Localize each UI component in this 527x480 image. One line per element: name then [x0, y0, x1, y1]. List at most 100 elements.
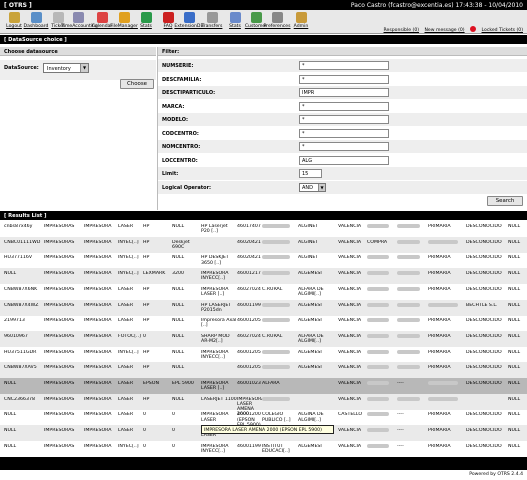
table-cell: [262, 224, 298, 230]
table-cell: IMPRESORA LASER: [201, 412, 229, 423]
table-cell: VALENCIA: [338, 224, 362, 229]
table-cell: 46027024: [237, 333, 261, 339]
filter-input[interactable]: 15: [299, 169, 322, 178]
table-cell: SHARP MOD AR-M2[..]: [201, 333, 230, 345]
table-cell: HP: [143, 302, 150, 308]
table-cell: ALGEMESI: [298, 318, 322, 324]
table-row[interactable]: 96010967 IMPRESORAS IMPRESORA FOTOC[..] 0 NUL…: [0, 330, 527, 347]
table-cell: [397, 302, 428, 309]
table-cell: [428, 302, 466, 309]
filter-title: Filter:: [158, 47, 527, 56]
table-cell: IMPRESORA: [84, 412, 112, 418]
table-row[interactable]: CNBW87X6NK IMPRESORAS IMPRESORA LASER HP NULL…: [0, 284, 527, 300]
logical-operator-value: AND: [302, 184, 314, 191]
filter-row: NOMCENTRO: *: [158, 140, 527, 153]
table-cell: NULL: [508, 286, 521, 292]
filter-label: NUMSERIE:: [162, 63, 194, 69]
table-cell: IMPRESORA: [84, 443, 112, 449]
table-cell: 0: [143, 428, 146, 434]
table-row[interactable]: 2199713 IMPRESORAS IMPRESORA LASER HP NULL Imp…: [0, 315, 527, 331]
filter-input[interactable]: *: [299, 128, 389, 138]
choose-button[interactable]: Choose: [120, 79, 154, 89]
table-cell: NULL: [172, 224, 185, 229]
table-cell: ALGINET: [298, 224, 319, 229]
filter-row: Limit: 15: [158, 167, 527, 180]
redacted-text: [367, 302, 389, 307]
table-cell: [397, 255, 428, 261]
table-cell: HP: [143, 239, 150, 245]
table-cell: NULL: [508, 318, 521, 324]
redacted-text: [397, 255, 420, 260]
table-cell: [262, 255, 298, 261]
nav-right-links: Responsible (0) New message (0) Locked T…: [380, 26, 523, 33]
filter-input[interactable]: *: [299, 101, 389, 111]
table-cell: 46020421: [237, 255, 261, 261]
redacted-text: [367, 381, 389, 385]
table-cell: [262, 349, 298, 356]
table-cell: VALENCIA: [338, 271, 362, 277]
table-row[interactable]: NULL IMPRESORAS IMPRESORA INYEC[..] 0 0 IMPRES…: [0, 441, 527, 457]
table-cell: [397, 224, 428, 230]
table-row[interactable]: CNC2366378 IMPRESORAS IMPRESORA LASER HP NULL…: [0, 393, 527, 428]
search-button[interactable]: Search: [487, 196, 523, 206]
table-cell: IMPRESORAS: [44, 255, 75, 261]
table-cell: IMPRESORA: [84, 239, 112, 245]
filter-input[interactable]: *: [299, 61, 389, 70]
table-cell: 0: [172, 412, 175, 418]
table-row[interactable]: cnbs87x46y IMPRESORAS IMPRESORA LASER HP NULL…: [0, 221, 527, 237]
redacted-text: [367, 443, 389, 448]
main-navigation: Responsible (0) New message (0) Locked T…: [0, 10, 527, 34]
filter-input[interactable]: ALG: [299, 155, 389, 165]
logical-operator-label: Logical Operator:: [162, 184, 212, 191]
table-cell: DESCONOCIDO: [466, 443, 502, 449]
otrs-window: [ OTRS ] Paco Castro (fcastro@excentia.e…: [0, 0, 527, 480]
table-cell: LASER: [118, 428, 134, 434]
table-row[interactable]: CNBW87X4WZ IMPRESORAS IMPRESORA LASER HP NULL…: [0, 299, 527, 316]
table-cell: ----: [397, 443, 404, 449]
filter-row: MARCA: *: [158, 100, 527, 113]
table-row[interactable]: HU377116V IMPRESORAS IMPRESORA INYEC[..] HP N…: [0, 252, 527, 268]
customer-icon: [250, 12, 262, 23]
datasource-select[interactable]: Inventory ▼: [43, 63, 89, 73]
table-cell: [367, 349, 397, 356]
table-row[interactable]: NULL IMPRESORAS IMPRESORA INYEC[..] LEXMARK 3…: [0, 268, 527, 285]
responsible-link[interactable]: Responsible (0): [384, 28, 420, 33]
table-cell: DESCONOCIDO: [466, 271, 502, 277]
table-cell: IMPRESORA INYECC[..]: [201, 271, 229, 282]
table-cell: IMPRESORAS: [44, 381, 75, 386]
table-cell: [428, 239, 466, 246]
filter-label: Limit:: [162, 171, 179, 177]
table-row[interactable]: CNBW87XAV5 IMPRESORAS IMPRESORA LASER HP NULL…: [0, 362, 527, 379]
table-cell: INYEC[..]: [118, 255, 139, 261]
table-cell: ALGINA DE ALGIMI[..]: [298, 412, 324, 423]
table-cell: [367, 396, 397, 403]
tooltip: IMPRESORA LASER AMENA 2000 (EPSON EPL 59…: [201, 425, 334, 434]
locked-tickets-link[interactable]: Locked Tickets (0): [482, 28, 523, 33]
table-cell: LEXMARK: [143, 271, 166, 277]
table-cell: VALENCIA: [338, 286, 362, 292]
chevron-down-icon: ▼: [80, 64, 88, 72]
table-cell: ALFARA DE ALGIMI[..]: [298, 333, 324, 345]
new-message-link[interactable]: New message (0): [425, 28, 465, 33]
table-row[interactable]: NULL IMPRESORAS IMPRESORA LASER 0 0 IMPRESORA …: [0, 409, 527, 425]
table-cell: HP: [143, 365, 150, 371]
nav-item-admin[interactable]: Admin: [290, 12, 312, 29]
table-cell: NULL: [172, 318, 185, 324]
filter-input[interactable]: *: [299, 142, 389, 151]
table-cell: 46001217: [237, 271, 261, 277]
table-row[interactable]: HU37511GDR IMPRESORAS IMPRESORA INYEC[..] HP…: [0, 347, 527, 363]
table-row[interactable]: NULL IMPRESORAS IMPRESORA LASER EPSON EPL 590…: [0, 378, 527, 394]
table-cell: DESCONOCIDO: [466, 286, 502, 292]
filter-row: LOCCENTRO: ALG: [158, 154, 527, 167]
filter-input[interactable]: *: [299, 115, 389, 124]
redacted-text: [397, 318, 420, 323]
table-cell: HU37511GDR: [4, 349, 37, 355]
table-cell: IMPRESORA: [84, 286, 112, 292]
filter-input[interactable]: *: [299, 74, 389, 84]
table-cell: INSTITUT EDUCACI[..]: [262, 443, 290, 454]
logical-operator-select[interactable]: AND ▼: [299, 182, 326, 192]
results-table: cnbs87x46y IMPRESORAS IMPRESORA LASER HP NULL…: [0, 221, 527, 457]
redacted-text: [397, 396, 420, 401]
table-row[interactable]: CNBC01111WD IMPRESORAS IMPRESORA INYEC[..] H…: [0, 236, 527, 253]
filter-input[interactable]: IMPR: [299, 88, 389, 97]
